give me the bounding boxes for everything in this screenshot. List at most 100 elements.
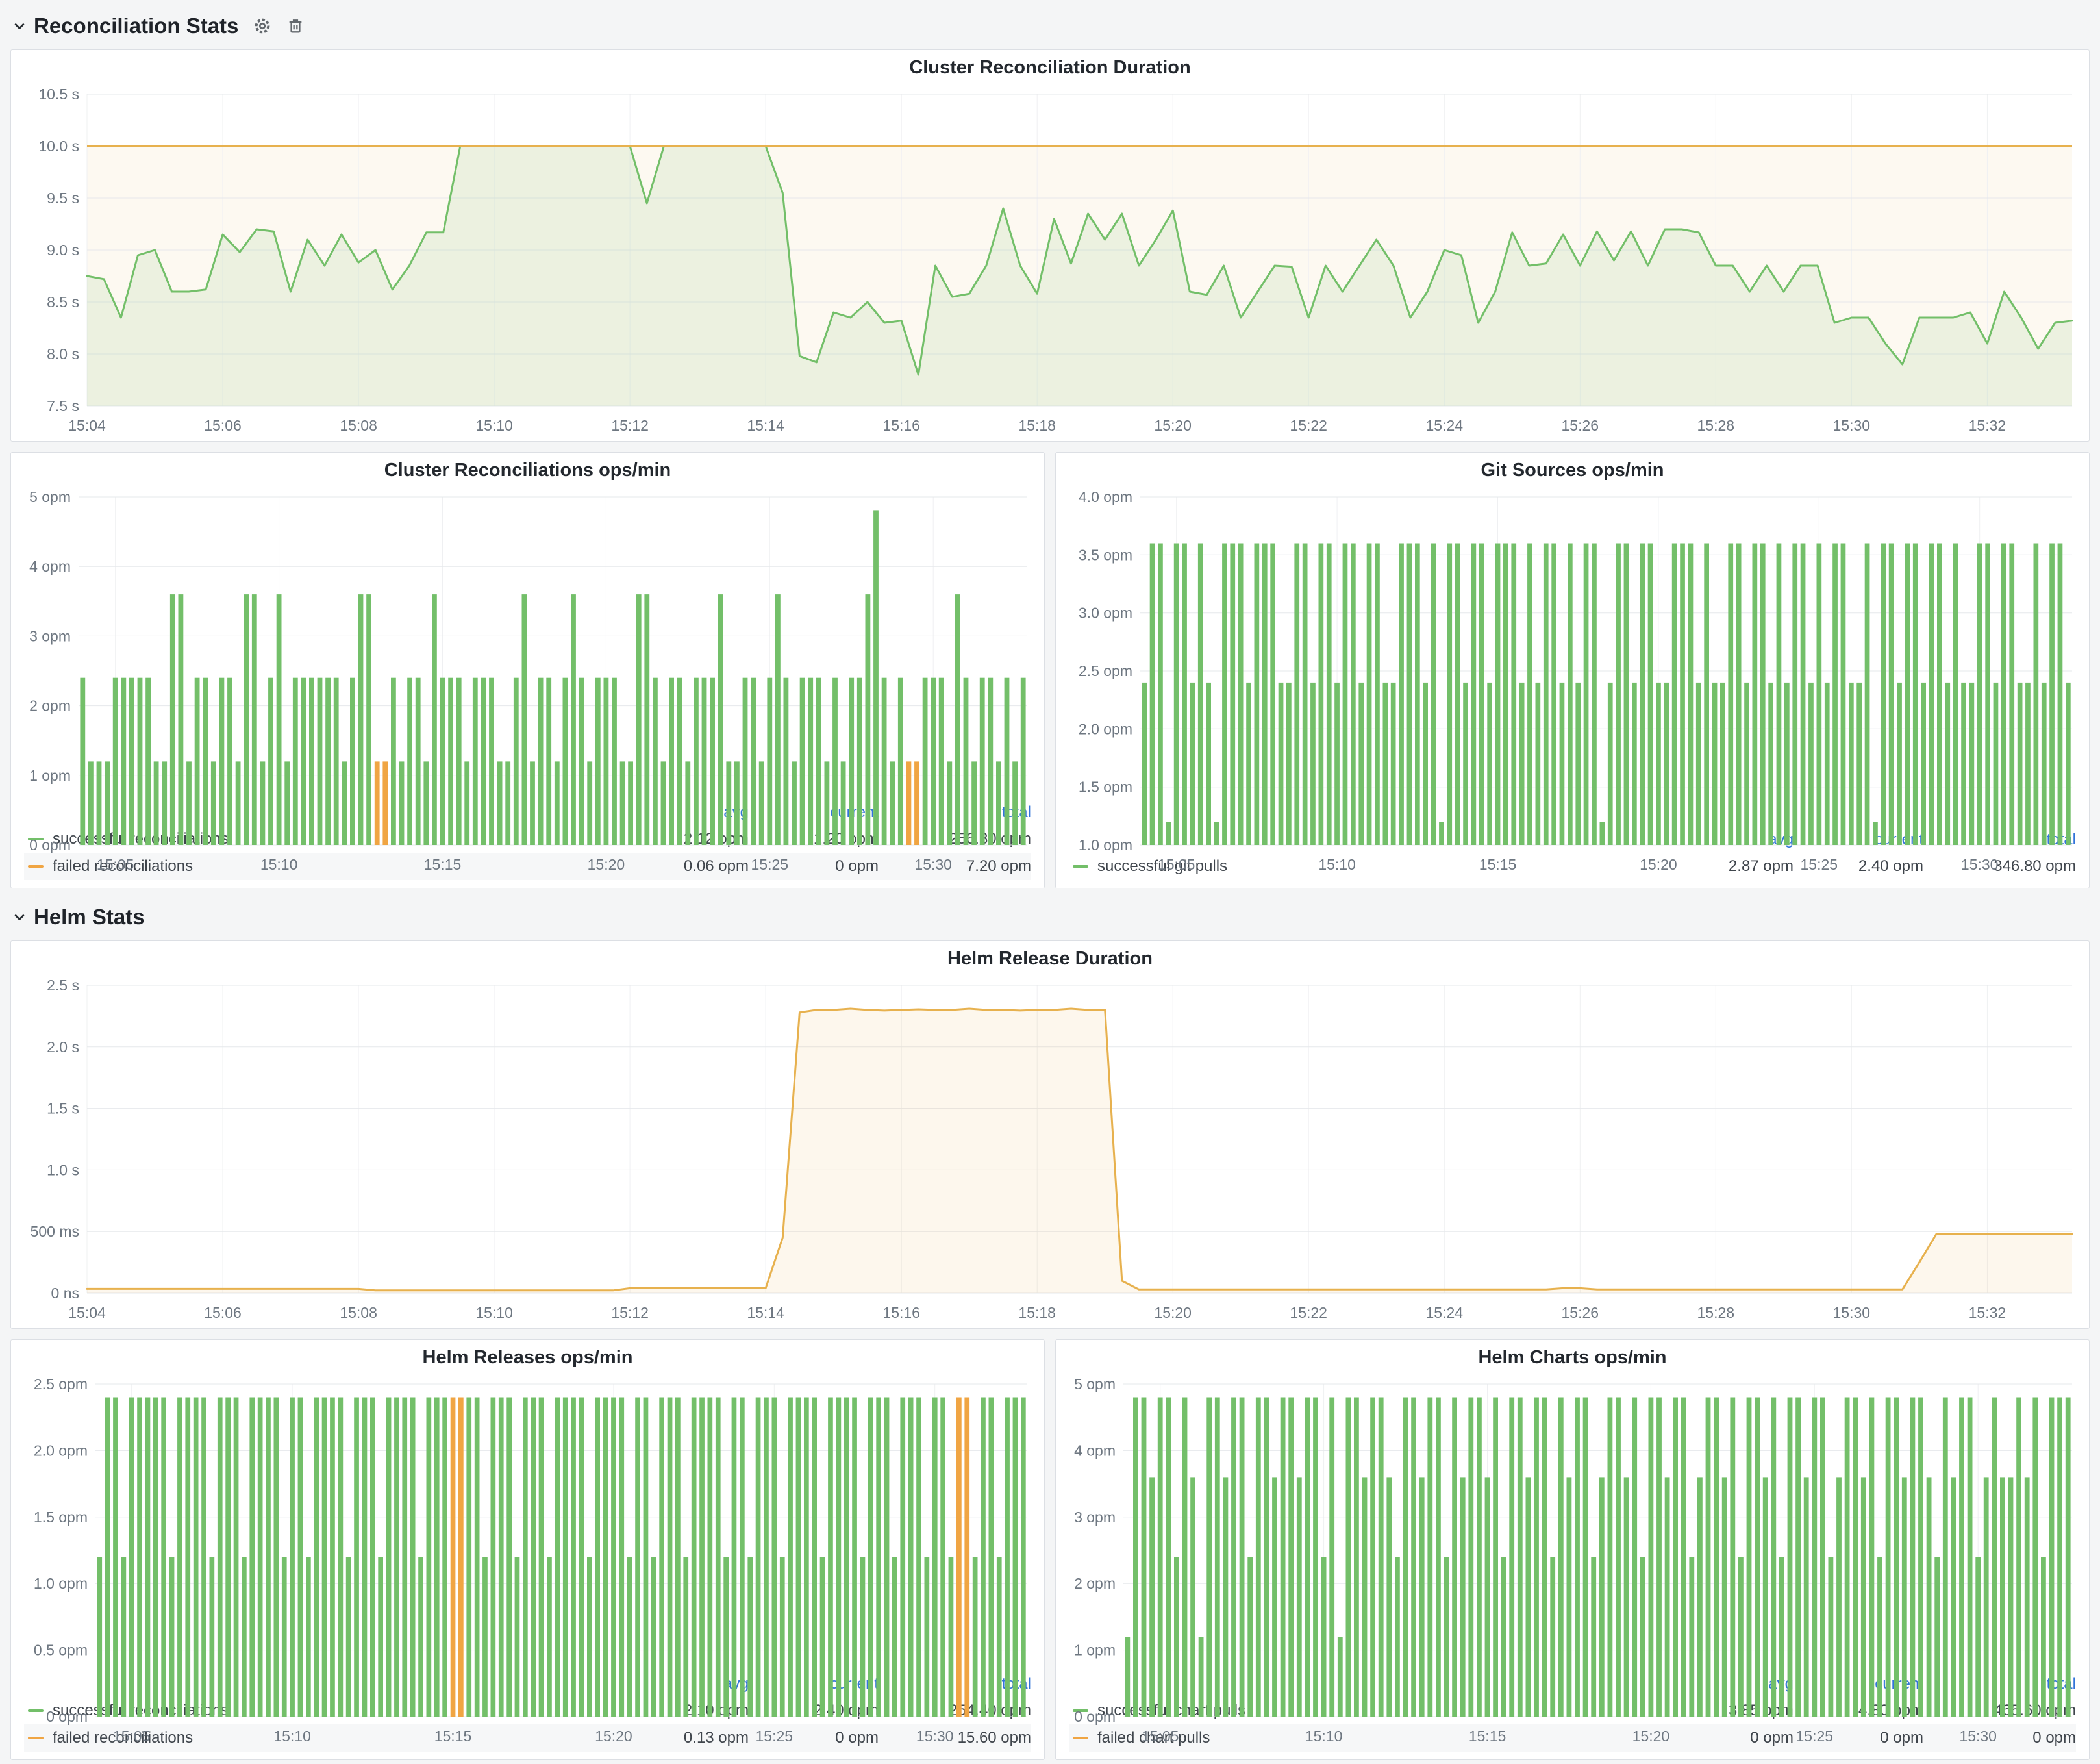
bar (808, 678, 813, 845)
bar (716, 1398, 721, 1717)
section-title[interactable]: Reconciliation Stats (34, 14, 238, 38)
bar (726, 761, 731, 845)
bar (1937, 544, 1942, 846)
bar (1656, 683, 1661, 845)
bar (1206, 1398, 1212, 1717)
bar (1431, 544, 1436, 846)
bar (1889, 544, 1894, 846)
bar (1542, 1398, 1547, 1717)
x-axis-label: 15:15 (424, 856, 462, 873)
bar (980, 678, 985, 845)
bar (456, 678, 462, 845)
bar (908, 1398, 914, 1717)
bar (1327, 544, 1332, 846)
bar (699, 1398, 705, 1717)
panel-title-helm-releases-ops[interactable]: Helm Releases ops/min (11, 1340, 1044, 1375)
panel-title-cluster-reconciliations-ops[interactable]: Cluster Reconciliations ops/min (11, 453, 1044, 488)
panel-title-helm-release-duration[interactable]: Helm Release Duration (11, 941, 2089, 976)
bar (1706, 1398, 1711, 1717)
bar (1255, 544, 1260, 846)
bar (1279, 683, 1284, 845)
bar (898, 678, 903, 845)
bar (97, 1557, 102, 1717)
bar (266, 1398, 271, 1717)
chevron-down-icon[interactable] (10, 17, 29, 35)
bar (857, 678, 862, 845)
cluster-reconciliation-duration-chart[interactable]: 15:0415:0615:0815:1015:1215:1415:1615:18… (11, 85, 2089, 441)
bar (836, 1398, 842, 1717)
gear-icon[interactable] (253, 16, 272, 36)
bar (1624, 1477, 1629, 1717)
bar (309, 678, 314, 845)
bar (1395, 1557, 1400, 1717)
bar (659, 1398, 664, 1717)
helm-charts-ops-chart[interactable]: 15:0515:1015:1515:2015:2515:305 opm4 opm… (1056, 1375, 2089, 1671)
trash-icon[interactable] (286, 17, 305, 35)
bar (832, 678, 838, 845)
bar (129, 1398, 134, 1717)
bar (338, 1398, 344, 1717)
section-title[interactable]: Helm Stats (34, 905, 145, 929)
bar (1526, 1477, 1531, 1717)
y-axis-label: 3.5 opm (1079, 546, 1132, 563)
bar (1825, 683, 1830, 845)
bar (759, 761, 764, 845)
bar (925, 1557, 930, 1717)
panel-title-cluster-reconciliation-duration[interactable]: Cluster Reconciliation Duration (11, 50, 2089, 85)
bar (906, 761, 912, 845)
cluster-reconciliations-ops-chart[interactable]: 15:0515:1015:1515:2015:2515:305 opm4 opm… (11, 488, 1044, 800)
bar (1865, 544, 1870, 846)
y-axis-label: 1 opm (29, 767, 71, 784)
bar (1415, 544, 1420, 846)
section-header-reconciliation-stats: Reconciliation Stats (10, 8, 2090, 44)
bar (780, 1557, 785, 1717)
bar (1493, 1398, 1498, 1717)
x-axis-label: 15:22 (1290, 1304, 1327, 1321)
bar (1182, 1398, 1188, 1717)
bar (1133, 1398, 1138, 1717)
git-sources-ops-chart[interactable]: 15:0515:1015:1515:2015:2515:304.0 opm3.5… (1056, 488, 2089, 827)
bar (1680, 544, 1685, 846)
y-axis-label: 4 opm (29, 558, 71, 575)
bar (1992, 1398, 1997, 1717)
bar (370, 1398, 375, 1717)
y-axis-label: 2.5 s (47, 977, 79, 994)
bar (1608, 1398, 1613, 1717)
bar (796, 1398, 801, 1717)
bar (1649, 1398, 1654, 1717)
bar (1379, 1398, 1384, 1717)
bar (764, 1398, 769, 1717)
helm-release-duration-chart[interactable]: 15:0415:0615:0815:1015:1215:1415:1615:18… (11, 976, 2089, 1328)
bar (394, 1398, 399, 1717)
y-axis-label: 0 opm (1074, 1708, 1116, 1725)
panel-title-helm-charts-ops[interactable]: Helm Charts ops/min (1056, 1340, 2089, 1375)
bar (499, 1398, 504, 1717)
bar (1439, 822, 1444, 845)
bar (579, 1398, 584, 1717)
bar (1358, 683, 1364, 845)
bar (932, 1398, 938, 1717)
bar (1190, 1477, 1195, 1717)
bar (1294, 544, 1299, 846)
bar (375, 761, 380, 845)
bar (1125, 1637, 1130, 1717)
bar (1672, 544, 1677, 846)
bar (1817, 544, 1822, 846)
bar (1297, 1477, 1302, 1717)
bar (1190, 683, 1195, 845)
bar (939, 678, 944, 845)
y-axis-label: 1.0 opm (1079, 837, 1132, 853)
bar (916, 1398, 921, 1717)
y-axis-label: 9.0 s (47, 242, 79, 258)
bar (386, 1398, 392, 1717)
bar (1616, 1398, 1621, 1717)
bar (949, 1557, 954, 1717)
bar (653, 678, 658, 845)
panel-title-git-sources-ops[interactable]: Git Sources ops/min (1056, 453, 2089, 488)
x-axis-label: 15:30 (1833, 1304, 1871, 1321)
bar (694, 678, 699, 845)
helm-releases-ops-chart[interactable]: 15:0515:1015:1515:2015:2515:302.5 opm2.0… (11, 1375, 1044, 1671)
chevron-down-icon[interactable] (10, 908, 29, 926)
bar (268, 678, 273, 845)
bar (1174, 544, 1179, 846)
